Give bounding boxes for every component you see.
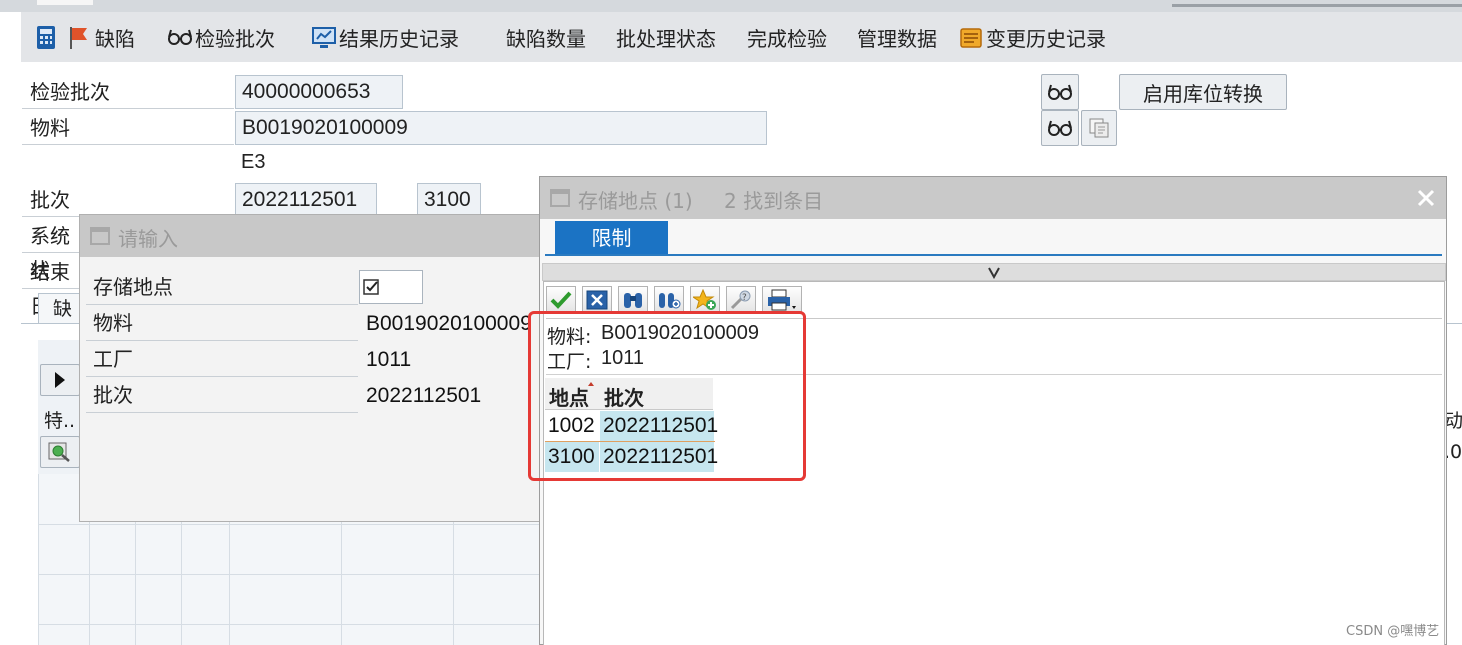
copy-icon (1089, 118, 1109, 138)
tab-underline (545, 254, 1442, 256)
admin-data-button[interactable]: 管理数据 (857, 22, 937, 52)
display-material-button[interactable] (1041, 110, 1079, 146)
plant-field[interactable]: 3100 (417, 183, 481, 217)
change-history-label: 变更历史记录 (986, 26, 1106, 51)
top-tab (37, 0, 93, 5)
change-history-button[interactable]: 变更历史记录 (958, 22, 1106, 52)
search-dialog-titlebar: 存储地点 (1) 2 找到条目 (540, 177, 1446, 219)
binoculars-plus-icon (659, 293, 681, 309)
help-icon: ? (730, 290, 751, 310)
window-icon (90, 227, 110, 245)
glasses-icon (167, 25, 192, 49)
material-label: 物料 (22, 111, 234, 145)
material-field[interactable]: B0019020100009 (235, 111, 767, 145)
result-history-button[interactable]: 结果历史记录 (311, 22, 459, 52)
feature-column-header: 特.. (44, 410, 76, 432)
search-dialog-title: 存储地点 (1) (578, 189, 693, 213)
complete-inspection-label: 完成检验 (747, 26, 827, 51)
play-icon (55, 372, 65, 388)
highlight-annotation (528, 311, 806, 481)
add-favorite-button[interactable] (690, 286, 720, 314)
calculator-icon (35, 25, 59, 49)
batch-field[interactable]: 2022112501 (235, 183, 377, 217)
storage-location-label: 存储地点 (86, 269, 358, 305)
material-row-value: B0019020100009 (366, 312, 532, 335)
calculator-button[interactable] (35, 22, 59, 52)
top-strip (0, 0, 1462, 12)
display-button[interactable] (1041, 74, 1079, 110)
admin-data-label: 管理数据 (857, 26, 937, 51)
batch-status-button[interactable]: 批处理状态 (616, 22, 716, 52)
cancel-button[interactable] (582, 286, 612, 314)
inspection-lot-button[interactable]: 检验批次 (167, 22, 275, 52)
plant-row-label: 工厂 (86, 341, 358, 377)
defects-button[interactable]: 缺陷 (67, 22, 135, 52)
inspection-lot-label: 检验批次 (195, 26, 275, 51)
batch-row-value: 2022112501 (366, 384, 482, 407)
help-button[interactable]: ? (726, 286, 756, 314)
expand-button[interactable] (40, 364, 80, 396)
batch-label: 批次 (22, 183, 234, 217)
complete-inspection-button[interactable]: 完成检验 (747, 22, 827, 52)
collapse-restrictions-bar[interactable] (542, 263, 1446, 281)
print-button[interactable] (762, 286, 802, 314)
material-row-label: 物料 (86, 305, 358, 341)
close-icon[interactable] (1416, 188, 1436, 208)
search-result-count: 2 找到条目 (724, 189, 824, 213)
window-icon (550, 189, 570, 207)
defect-count-button[interactable]: 缺陷数量 (506, 22, 586, 52)
input-dialog-title: 请输入 (118, 227, 178, 251)
enable-storage-conversion-button[interactable]: 启用库位转换 (1119, 74, 1287, 110)
find-button[interactable] (618, 286, 648, 314)
search-detail-icon (48, 442, 70, 462)
batch-status-label: 批处理状态 (616, 26, 716, 51)
material-description: E3 (241, 151, 266, 173)
checkmark-icon (550, 291, 572, 309)
confirm-button[interactable] (546, 286, 576, 314)
feature-detail-button[interactable] (40, 436, 80, 468)
result-history-label: 结果历史记录 (339, 26, 459, 51)
defect-count-label: 缺陷数量 (506, 26, 586, 51)
watermark: CSDN @嘿博艺 (1346, 624, 1440, 639)
batch-row-label: 批次 (86, 377, 358, 413)
cancel-icon (586, 290, 608, 310)
application-toolbar: 缺陷 检验批次 结果历史记录 缺陷数量 批处理状态 完成检验 管理数据 变更历史… (21, 12, 1462, 62)
binoculars-icon (624, 293, 642, 308)
system-status-label: 系统状 (22, 219, 82, 282)
tab-restrictions[interactable]: 限制 (555, 221, 668, 255)
star-plus-icon (693, 289, 716, 310)
copy-button[interactable] (1081, 110, 1117, 146)
flag-icon (67, 25, 91, 49)
chevron-down-icon (988, 267, 1000, 279)
scroll-icon (958, 25, 982, 49)
find-next-button[interactable] (654, 286, 684, 314)
defects-label: 缺陷 (95, 26, 135, 51)
glasses-icon (1048, 84, 1072, 100)
checkbox-icon[interactable] (363, 279, 381, 297)
printer-icon (768, 289, 796, 311)
storage-location-input[interactable] (359, 270, 423, 304)
end-date-label: 结束日 (22, 255, 82, 318)
svg-text:?: ? (742, 293, 747, 303)
top-strip-line (1172, 4, 1462, 7)
monitor-icon (311, 25, 336, 49)
inspection-lot-field[interactable]: 40000000653 (235, 75, 403, 109)
plant-row-value: 1011 (366, 348, 412, 371)
inspection-lot-label: 检验批次 (22, 75, 234, 109)
input-dialog: 请输入 存储地点 物料 B0019020100009 工厂 1011 批次 20… (79, 214, 541, 522)
tab-defects[interactable]: 缺陷 (38, 293, 80, 323)
glasses-icon (1048, 120, 1072, 136)
input-dialog-titlebar: 请输入 (80, 215, 540, 257)
